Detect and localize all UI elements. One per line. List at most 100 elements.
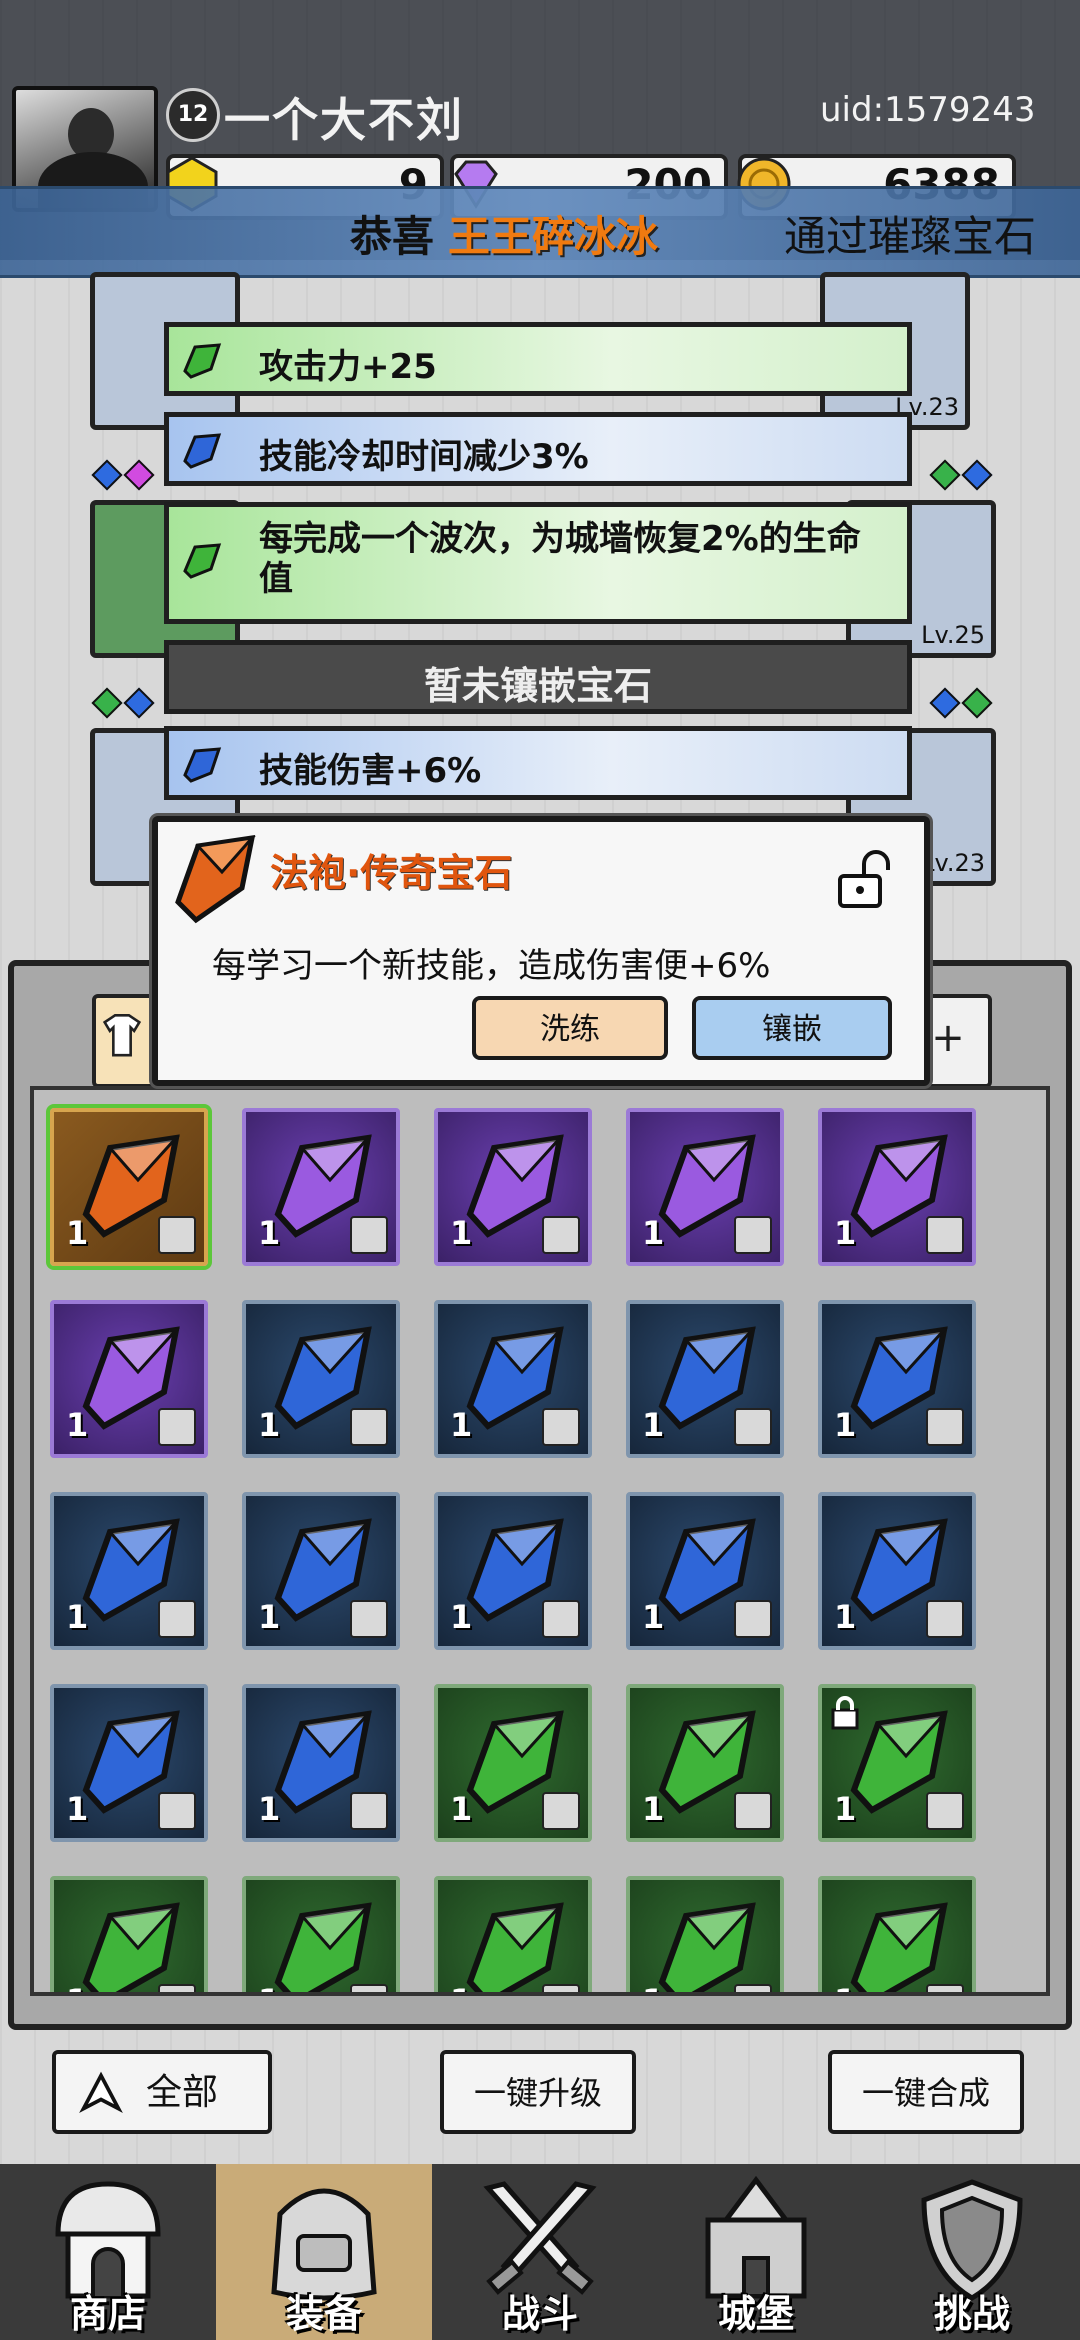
nav-equipment[interactable]: 装备 (216, 2164, 432, 2340)
inventory-gem-slot[interactable]: 1 (434, 1684, 592, 1842)
inventory-gem-slot[interactable]: 1 (434, 1492, 592, 1650)
nav-shop[interactable]: 商店 (0, 2164, 216, 2340)
banner-suffix: 通过璀璨宝石 (784, 212, 1037, 261)
gem-count: 1 (66, 1406, 89, 1444)
attribute-text: 暂未镶嵌宝石 (423, 664, 652, 708)
equip-type-tag-icon (734, 1984, 772, 1992)
nav-challenge[interactable]: 挑战 (864, 2164, 1080, 2340)
equip-type-tag-icon (158, 1792, 196, 1830)
gem-count: 1 (642, 1982, 664, 1992)
gem-count: 1 (450, 1598, 473, 1636)
equip-type-tag-icon (542, 1216, 580, 1254)
slot-level: Lv.25 (921, 621, 985, 649)
gem-count: 1 (642, 1214, 665, 1252)
bottom-navigation: 商店 装备 战斗 城堡 挑战 (0, 2164, 1080, 2340)
inlay-button[interactable]: 镶嵌 (692, 996, 892, 1060)
equip-type-tag-icon (926, 1408, 964, 1446)
player-name: 一个大不刘 (224, 93, 464, 147)
inventory-gem-slot[interactable]: 1 (626, 1108, 784, 1266)
attribute-row: 攻击力+25 (164, 322, 912, 396)
inventory-gem-slot[interactable]: 1 (818, 1492, 976, 1650)
legendary-gem-icon (175, 835, 256, 924)
slot-level: Lv.23 (921, 849, 985, 877)
filter-tab-equipment[interactable] (92, 994, 160, 1088)
inventory-gem-slot[interactable]: 1 (50, 1876, 208, 1992)
equip-type-tag-icon (158, 1984, 196, 1992)
equip-type-tag-icon (542, 1792, 580, 1830)
nav-castle[interactable]: 城堡 (648, 2164, 864, 2340)
gem-count: 1 (834, 1214, 857, 1252)
gem-count: 1 (66, 1982, 88, 1992)
inventory-gem-slot[interactable]: 1 (818, 1684, 976, 1842)
inventory-gem-slot[interactable]: 1 (626, 1684, 784, 1842)
green-gem-icon (466, 1902, 564, 1992)
inventory-gem-slot[interactable]: 1 (50, 1492, 208, 1650)
inventory-gem-slot[interactable]: 1 (242, 1684, 400, 1842)
gem-count: 1 (66, 1598, 89, 1636)
inventory-gem-slot[interactable]: 1 (434, 1876, 592, 1992)
equip-type-tag-icon (926, 1984, 964, 1992)
attribute-row: 技能冷却时间减少3% (164, 412, 912, 486)
level-badge: 12 (166, 88, 220, 142)
gem-count: 1 (66, 1214, 89, 1252)
inventory-grid: 1 1 1 1 1 1 1 1 1 1 1 1 1 1 1 1 1 1 1 1 1 1 1 1 1 (30, 1086, 1050, 1996)
attribute-text: 攻击力+25 (259, 347, 437, 387)
gem-count: 1 (450, 1406, 473, 1444)
banner-player: 王王碎冰冰 (448, 212, 659, 261)
inventory-gem-slot[interactable]: 1 (818, 1108, 976, 1266)
filter-label: 全部 (146, 2072, 219, 2113)
gem-count: 1 (258, 1982, 280, 1992)
upgrade-all-button[interactable]: 一键升级 (440, 2050, 636, 2134)
gem-count: 1 (642, 1406, 665, 1444)
nav-label: 挑战 (933, 2292, 1010, 2336)
inventory-gem-slot[interactable]: 1 (242, 1300, 400, 1458)
inventory-gem-slot[interactable]: 1 (818, 1300, 976, 1458)
gem-count: 1 (258, 1406, 281, 1444)
filter-all-button[interactable]: 全部 (52, 2050, 272, 2134)
blue-gem-icon (183, 433, 222, 469)
inventory-gem-slot[interactable]: 1 (434, 1300, 592, 1458)
inventory-gem-slot[interactable]: 1 (50, 1300, 208, 1458)
equip-type-tag-icon (350, 1408, 388, 1446)
nav-label: 城堡 (717, 2292, 794, 2336)
inventory-gem-slot[interactable]: 1 (242, 1492, 400, 1650)
unlock-icon[interactable] (834, 850, 894, 910)
gem-count: 1 (258, 1598, 281, 1636)
attribute-text: 每完成一个波次，为城墙恢复2%的生命值 (259, 519, 861, 599)
equip-type-tag-icon (350, 1792, 388, 1830)
equip-type-tag-icon (350, 1600, 388, 1638)
nav-battle[interactable]: 战斗 (432, 2164, 648, 2340)
inventory-gem-slot[interactable]: 1 (818, 1876, 976, 1992)
equip-type-tag-icon (158, 1600, 196, 1638)
inventory-gem-slot[interactable]: 1 (50, 1108, 208, 1266)
equip-type-tag-icon (926, 1216, 964, 1254)
inventory-gem-slot[interactable]: 1 (242, 1108, 400, 1266)
gem-detail-popup: 法袍·传奇宝石 每学习一个新技能，造成伤害便+6% 洗练 镶嵌 (152, 816, 930, 1086)
gem-title: 法袍·传奇宝石 (270, 851, 513, 895)
inventory-gem-slot[interactable]: 1 (50, 1684, 208, 1842)
gem-count: 1 (258, 1790, 281, 1828)
merge-all-button[interactable]: 一键合成 (828, 2050, 1024, 2134)
equip-type-tag-icon (926, 1600, 964, 1638)
gem-description: 每学习一个新技能，造成伤害便+6% (212, 946, 771, 986)
inventory-gem-slot[interactable]: 1 (626, 1492, 784, 1650)
green-gem-icon (82, 1902, 180, 1992)
banner-prefix: 恭喜 (350, 212, 435, 261)
gem-count: 1 (834, 1406, 857, 1444)
inventory-gem-slot[interactable]: 1 (242, 1876, 400, 1992)
attribute-row-empty: 暂未镶嵌宝石 (164, 640, 912, 714)
green-gem-icon (183, 343, 222, 379)
inventory-gem-slot[interactable]: 1 (626, 1876, 784, 1992)
gem-count: 1 (642, 1598, 665, 1636)
inventory-gem-slot[interactable]: 1 (434, 1108, 592, 1266)
green-gem-icon (183, 543, 222, 579)
inventory-gem-slot[interactable]: 1 (626, 1300, 784, 1458)
equip-type-tag-icon (734, 1216, 772, 1254)
attribute-text: 技能冷却时间减少3% (259, 437, 589, 477)
blue-gem-icon (183, 747, 222, 783)
reroll-button[interactable]: 洗练 (472, 996, 668, 1060)
equip-type-tag-icon (158, 1216, 196, 1254)
equip-type-tag-icon (350, 1984, 388, 1992)
gem-count: 1 (450, 1790, 473, 1828)
green-gem-icon (274, 1902, 372, 1992)
